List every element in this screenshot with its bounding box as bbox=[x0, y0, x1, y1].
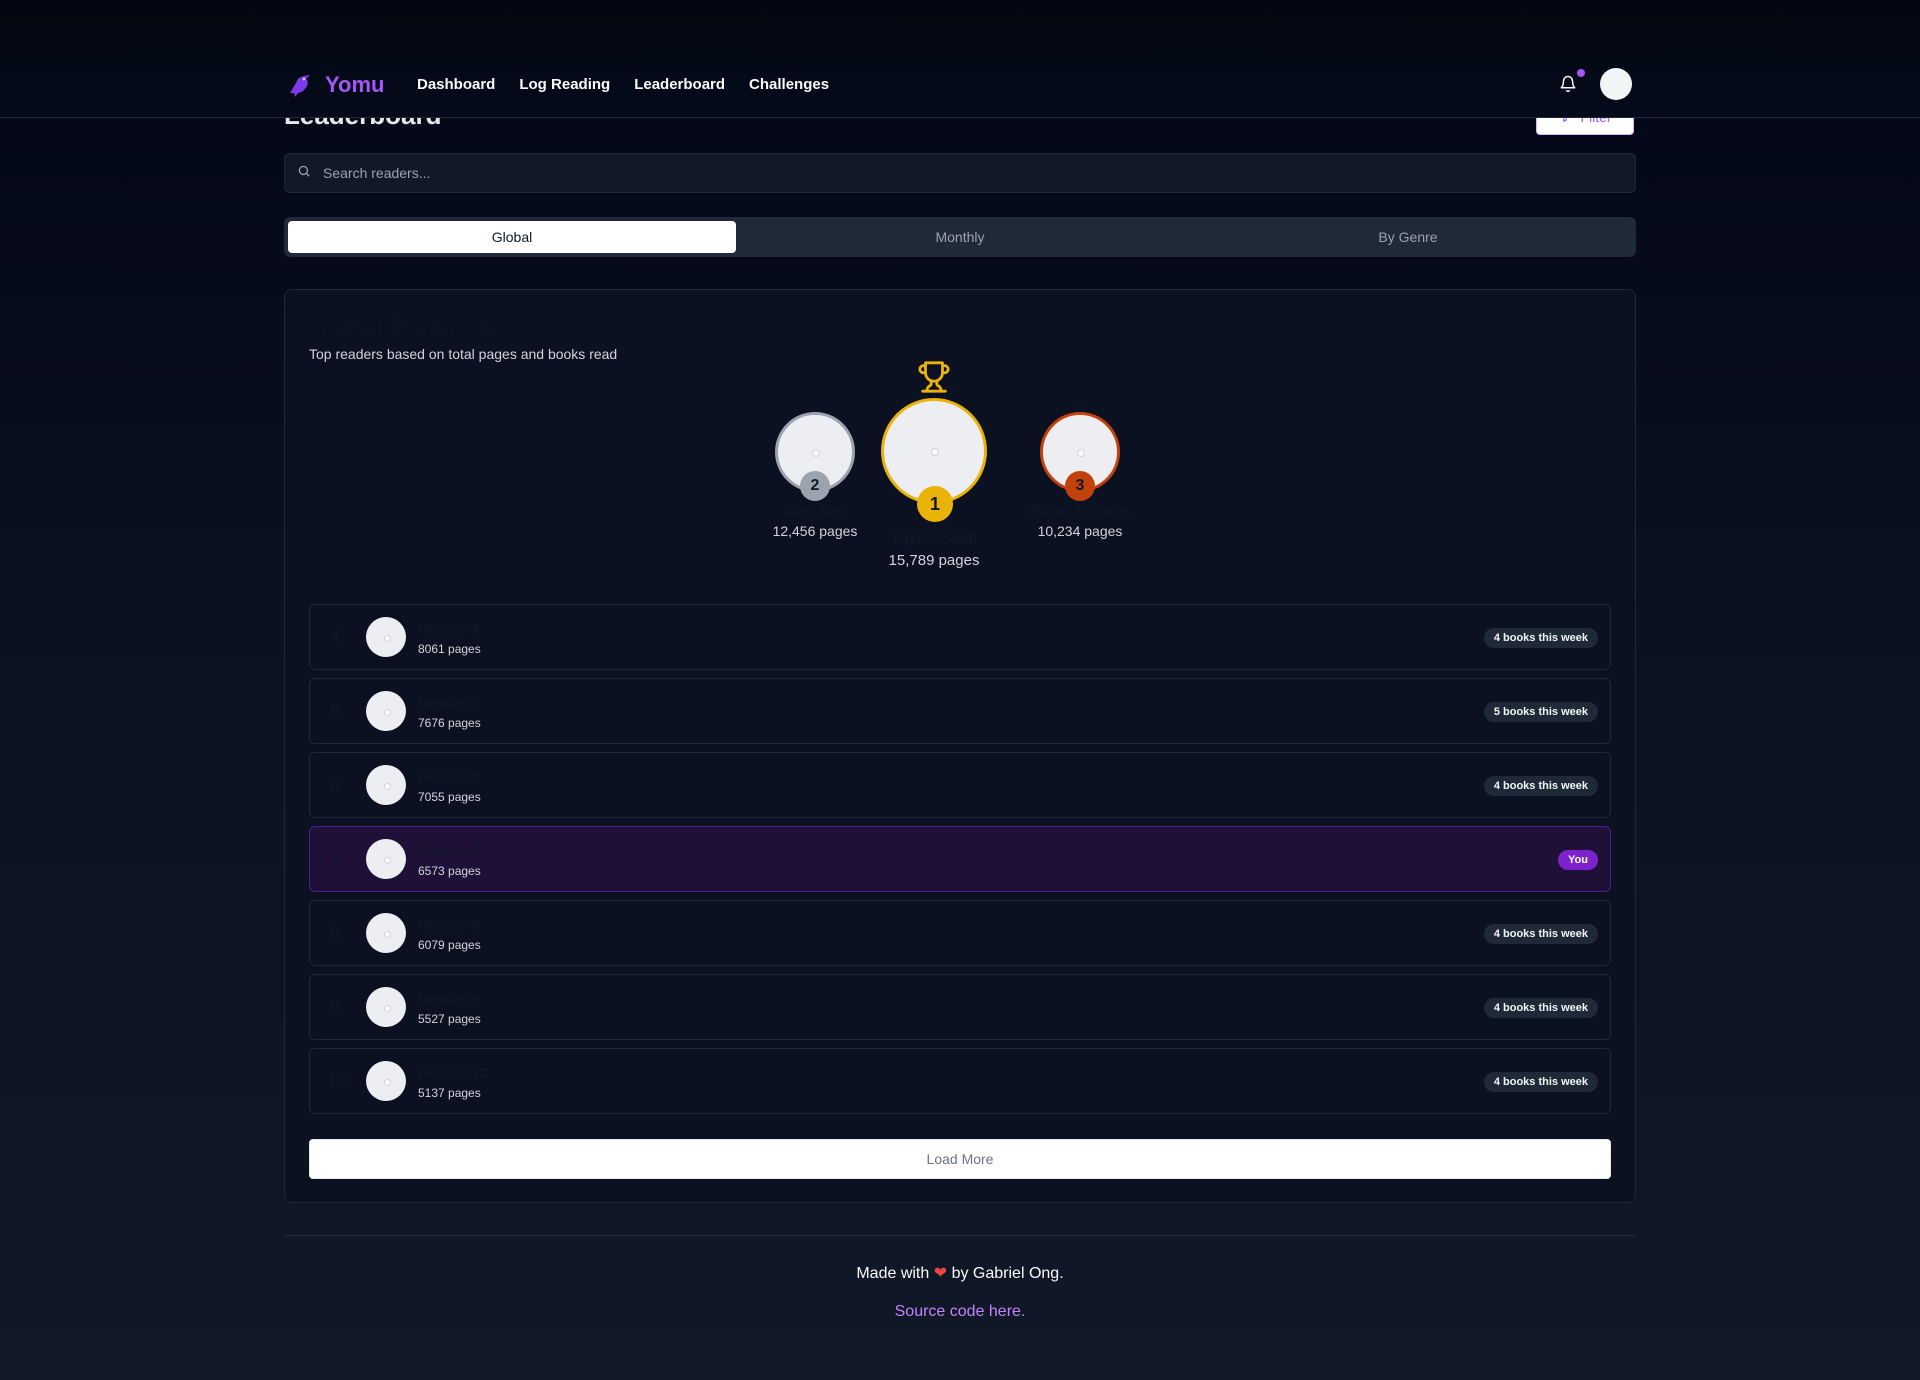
weekly-books-badge: 4 books this week bbox=[1483, 776, 1598, 796]
nav-link-log-reading[interactable]: Log Reading bbox=[519, 76, 610, 93]
ranking-tabs: Global Monthly By Genre bbox=[284, 217, 1636, 257]
row-pages: 6573 pages bbox=[418, 864, 481, 878]
weekly-books-badge: 4 books this week bbox=[1483, 998, 1598, 1018]
row-avatar bbox=[366, 913, 406, 953]
nav-links: Dashboard Log Reading Leaderboard Challe… bbox=[417, 76, 829, 93]
rank-badge: 3 bbox=[1065, 471, 1095, 501]
podium-first[interactable]: 1 Taylor Swift 15,789 pages bbox=[869, 360, 999, 569]
weekly-books-badge: 5 books this week bbox=[1483, 702, 1598, 722]
nav-link-challenges[interactable]: Challenges bbox=[749, 76, 829, 93]
podium-third[interactable]: 3 Robin Johnson 10,234 pages bbox=[1005, 412, 1155, 539]
leaderboard-row[interactable]: 4 Reader 4 8061 pages 4 books this week bbox=[309, 604, 1611, 670]
rank-badge: 2 bbox=[800, 471, 830, 501]
leaderboard-row[interactable]: 8 Reader 8 6079 pages 4 books this week bbox=[309, 900, 1611, 966]
brand-name: Yomu bbox=[325, 72, 385, 97]
footer-credit-suffix: by Gabriel Ong. bbox=[951, 1265, 1064, 1282]
footer-credit: Made with ❤ by Gabriel Ong. bbox=[0, 1263, 1920, 1283]
rankings-subtitle: Top readers based on total pages and boo… bbox=[309, 346, 618, 362]
row-name: Reader 10 bbox=[418, 1065, 489, 1082]
row-pages: 6079 pages bbox=[418, 938, 481, 952]
rank-badge: 1 bbox=[917, 486, 953, 522]
row-pages: 7676 pages bbox=[418, 716, 481, 730]
weekly-books-badge: 4 books this week bbox=[1483, 628, 1598, 648]
leaderboard-row[interactable]: 6 Reader 6 7055 pages 4 books this week bbox=[309, 752, 1611, 818]
row-name: Reader 6 bbox=[418, 769, 480, 786]
leaderboard-row[interactable]: 10 Reader 10 5137 pages 4 books this wee… bbox=[309, 1048, 1611, 1114]
weekly-books-badge: 4 books this week bbox=[1483, 924, 1598, 944]
trophy-icon bbox=[869, 360, 999, 398]
you-badge: You bbox=[1558, 850, 1598, 870]
row-avatar bbox=[366, 1061, 406, 1101]
rankings-card: Global Rankings Top readers based on tot… bbox=[284, 289, 1636, 1203]
bell-icon[interactable] bbox=[1559, 75, 1577, 93]
user-avatar[interactable] bbox=[1600, 68, 1632, 100]
row-rank: 4 bbox=[330, 627, 341, 647]
search-bar bbox=[284, 153, 1636, 193]
row-pages: 5527 pages bbox=[418, 1012, 481, 1026]
row-avatar bbox=[366, 691, 406, 731]
footer-credit-prefix: Made with bbox=[856, 1265, 930, 1282]
row-rank: 8 bbox=[330, 923, 341, 943]
tab-by-genre[interactable]: By Genre bbox=[1184, 221, 1632, 253]
load-more-button[interactable]: Load More bbox=[309, 1139, 1611, 1179]
row-avatar bbox=[366, 987, 406, 1027]
rankings-title: Global Rankings bbox=[309, 314, 499, 341]
row-rank: 10 bbox=[326, 1071, 347, 1091]
source-code-link[interactable]: Source code here. bbox=[0, 1303, 1920, 1321]
search-icon bbox=[297, 164, 311, 183]
row-pages: 8061 pages bbox=[418, 642, 481, 656]
row-avatar bbox=[366, 765, 406, 805]
row-rank: 6 bbox=[330, 775, 341, 795]
podium-name: Robin Johnson bbox=[1029, 503, 1131, 520]
row-name: Reader 5 bbox=[418, 695, 480, 712]
podium-pages: 10,234 pages bbox=[1037, 523, 1123, 539]
podium-pages: 15,789 pages bbox=[888, 552, 980, 569]
row-pages: 5137 pages bbox=[418, 1086, 481, 1100]
row-name: Reader 8 bbox=[418, 917, 480, 934]
row-rank: 5 bbox=[330, 701, 341, 721]
leaderboard-row[interactable]: 5 Reader 5 7676 pages 5 books this week bbox=[309, 678, 1611, 744]
tab-monthly[interactable]: Monthly bbox=[736, 221, 1184, 253]
search-input[interactable] bbox=[321, 164, 1635, 182]
row-rank: 9 bbox=[330, 997, 341, 1017]
nav-link-leaderboard[interactable]: Leaderboard bbox=[634, 76, 725, 93]
nav-link-dashboard[interactable]: Dashboard bbox=[417, 76, 495, 93]
notification-dot bbox=[1577, 69, 1585, 77]
footer-divider bbox=[284, 1235, 1636, 1236]
podium-second[interactable]: 2 Alex Kim 12,456 pages bbox=[755, 412, 875, 539]
row-rank: 7 bbox=[330, 849, 341, 869]
podium-pages: 12,456 pages bbox=[772, 523, 858, 539]
row-name: Reader 4 bbox=[418, 621, 480, 638]
row-name: Reader 9 bbox=[418, 991, 480, 1008]
weekly-books-badge: 4 books this week bbox=[1483, 1072, 1598, 1092]
heart-icon: ❤ bbox=[933, 1265, 948, 1282]
brand-link[interactable]: Yomu bbox=[285, 70, 384, 100]
leaderboard-row-current-user[interactable]: 7 Reader 7 6573 pages You bbox=[309, 826, 1611, 892]
tab-global[interactable]: Global bbox=[288, 221, 736, 253]
row-avatar bbox=[366, 839, 406, 879]
top-navbar: Yomu Dashboard Log Reading Leaderboard C… bbox=[0, 0, 1920, 118]
podium-name: Taylor Swift bbox=[890, 528, 978, 547]
row-pages: 7055 pages bbox=[418, 790, 481, 804]
crow-logo-icon bbox=[285, 70, 315, 100]
leaderboard-row[interactable]: 9 Reader 9 5527 pages 4 books this week bbox=[309, 974, 1611, 1040]
row-avatar bbox=[366, 617, 406, 657]
row-name: Reader 7 bbox=[418, 843, 480, 860]
podium-name: Alex Kim bbox=[785, 503, 845, 520]
